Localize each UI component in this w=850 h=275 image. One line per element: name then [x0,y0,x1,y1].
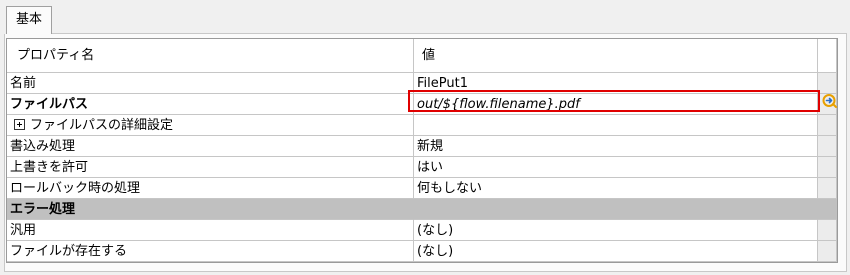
row-label: 書込み処理 [7,136,414,157]
section-error-handling[interactable]: エラー処理 [7,199,837,220]
row-file-exists-error[interactable]: ファイルが存在する (なし) [7,241,837,262]
row-value[interactable]: (なし) [414,220,818,241]
row-value[interactable]: 何もしない [414,178,818,199]
variable-picker-icon[interactable] [822,93,837,108]
row-label: ファイルが存在する [7,241,414,262]
row-value[interactable]: 新規 [414,136,818,157]
tab-strip: 基本 [0,0,850,34]
header-value: 値 [414,39,818,73]
expand-icon[interactable] [14,119,25,130]
row-label: 上書きを許可 [7,157,414,178]
row-edge [818,157,837,178]
row-value[interactable]: (なし) [414,241,818,262]
row-value[interactable]: はい [414,157,818,178]
header-edge [818,39,837,73]
row-edge [818,136,837,157]
row-label: 汎用 [7,220,414,241]
file-path-highlight [408,90,820,112]
row-edge [818,241,837,262]
section-value [414,199,818,220]
row-rollback[interactable]: ロールバック時の処理 何もしない [7,178,837,199]
section-label: エラー処理 [7,199,414,220]
row-write-mode[interactable]: 書込み処理 新規 [7,136,837,157]
grid-header: プロパティ名 値 [7,39,837,73]
row-label: ファイルパスの詳細設定 [7,115,414,136]
row-label: 名前 [7,73,414,94]
property-grid: プロパティ名 値 名前 FilePut1 ファイルパス out/${flow.f… [6,38,838,263]
row-file-path-details[interactable]: ファイルパスの詳細設定 [7,115,837,136]
header-property-name: プロパティ名 [7,39,414,73]
row-label-text: ファイルパスの詳細設定 [30,118,174,133]
row-general-error[interactable]: 汎用 (なし) [7,220,837,241]
row-label: ロールバック時の処理 [7,178,414,199]
row-edge [818,178,837,199]
row-edge [818,115,837,136]
tab-basic[interactable]: 基本 [6,6,52,34]
row-allow-overwrite[interactable]: 上書きを許可 はい [7,157,837,178]
row-value [414,115,818,136]
row-edge [818,199,837,220]
row-edge [818,220,837,241]
row-edge [818,73,837,94]
row-label: ファイルパス [7,94,414,115]
